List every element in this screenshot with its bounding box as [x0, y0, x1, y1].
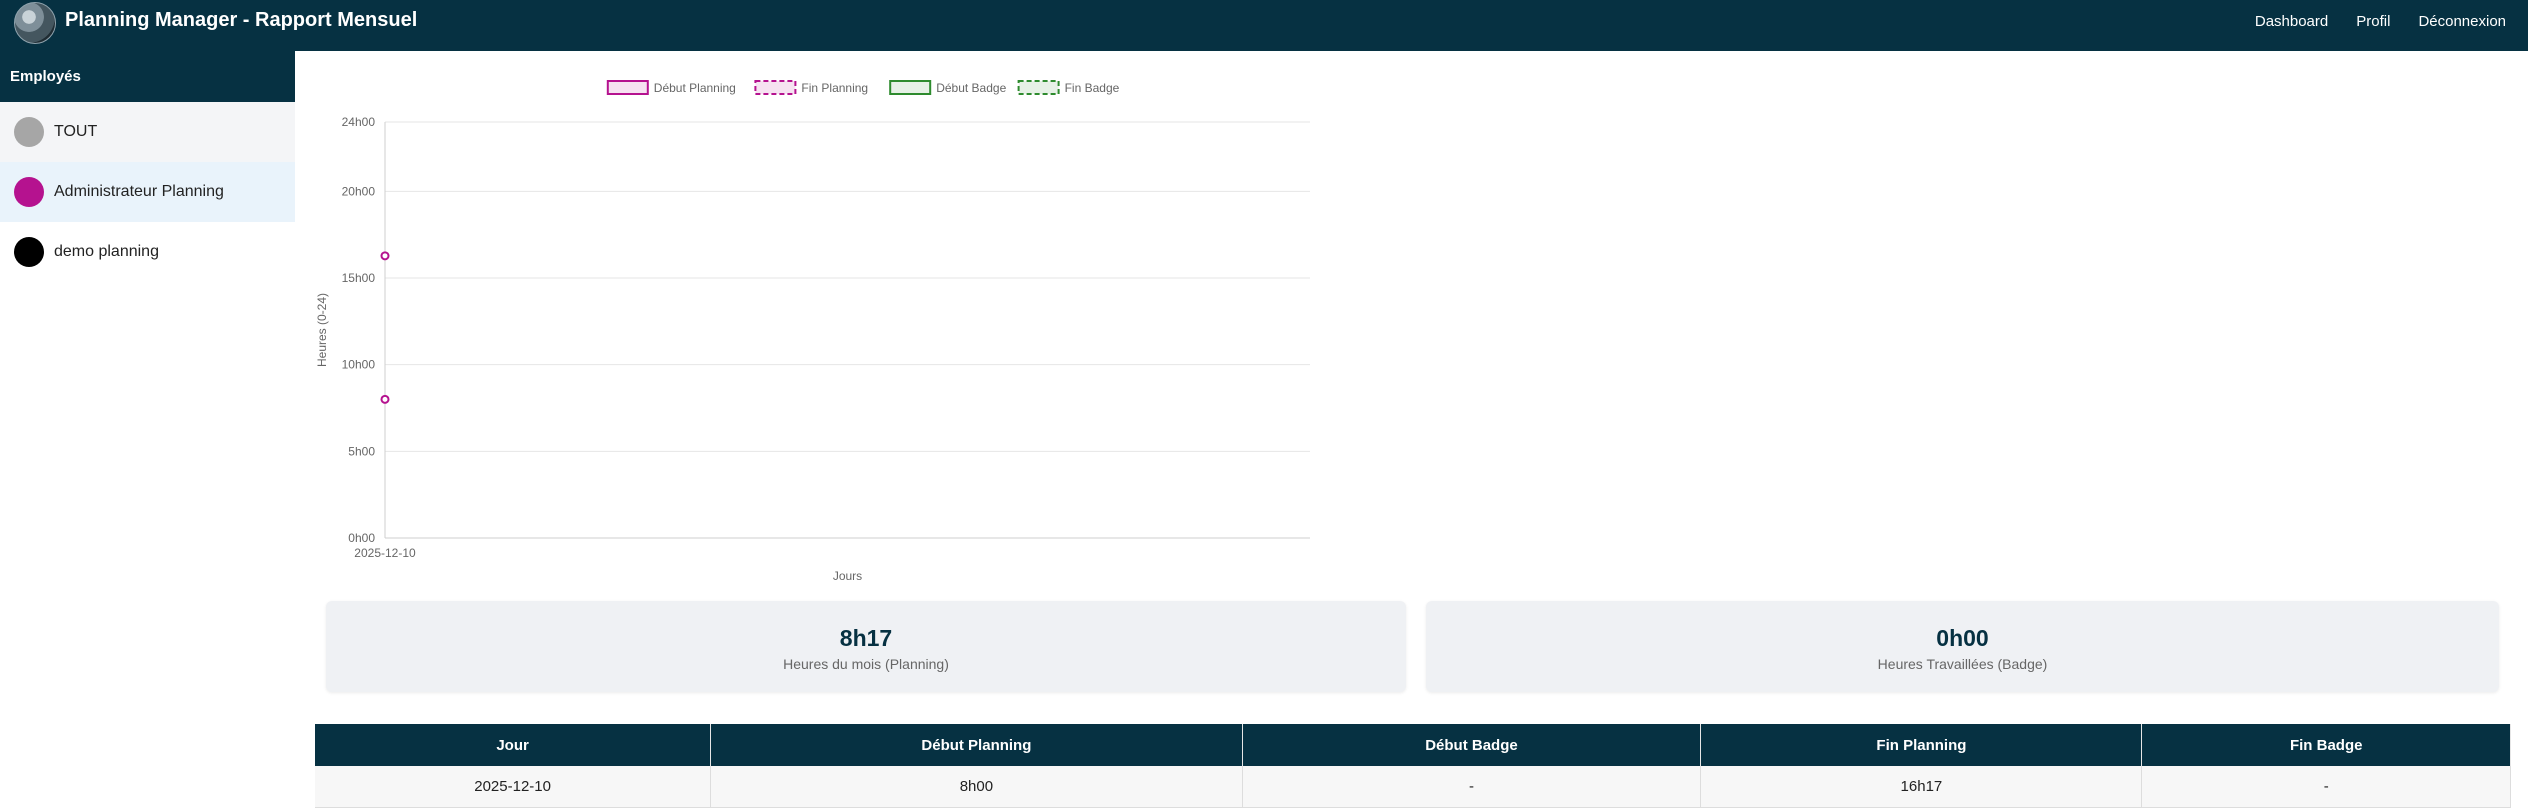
cell-fin-planning: 16h17: [1700, 766, 2143, 808]
cell-jour: 2025-12-10: [315, 766, 712, 808]
y-tick-label: 20h00: [342, 184, 376, 198]
col-header-jour[interactable]: Jour: [315, 724, 712, 766]
col-header-fin-badge[interactable]: Fin Badge: [2141, 724, 2511, 766]
planning-hours-card: 8h17 Heures du mois (Planning): [326, 601, 1406, 692]
nav-profile-link[interactable]: Profil: [2356, 13, 2390, 30]
nav-dashboard-link[interactable]: Dashboard: [2255, 13, 2328, 30]
employee-item-all[interactable]: TOUT: [0, 102, 295, 162]
planning-hours-value: 8h17: [839, 625, 893, 651]
employee-color-dot: [14, 177, 44, 207]
legend-swatch: [889, 80, 932, 95]
y-tick-label: 10h00: [342, 358, 376, 372]
cell-fin-badge: -: [2141, 766, 2511, 808]
badge-hours-value: 0h00: [1936, 625, 1989, 651]
badge-hours-card: 0h00 Heures Travaillées (Badge): [1426, 601, 2499, 692]
badge-hours-label: Heures Travaillées (Badge): [1877, 656, 2048, 672]
col-header-debut-badge[interactable]: Début Badge: [1242, 724, 1702, 766]
legend-swatch: [754, 80, 797, 95]
employee-item-admin[interactable]: Administrateur Planning: [0, 162, 295, 222]
monthly-hours-chart: 0h00 5h00 10h00 15h00 20h00 24h00 2025-12-10 Jo…: [315, 80, 1310, 583]
col-header-fin-planning[interactable]: Fin Planning: [1700, 724, 2143, 766]
nav-logout-link[interactable]: Déconnexion: [2418, 13, 2506, 30]
x-axis-title: Jours: [833, 569, 862, 583]
table-row: 2025-12-10 8h00 - 16h17 -: [315, 766, 2511, 808]
y-tick-label: 5h00: [348, 444, 375, 458]
cell-debut-badge: -: [1242, 766, 1702, 808]
planning-hours-label: Heures du mois (Planning): [783, 656, 949, 672]
report-table: Jour Début Planning Début Badge Fin Plan…: [315, 724, 2511, 808]
main-content: 0h00 5h00 10h00 15h00 20h00 24h00 2025-12-10 Jo…: [295, 51, 2528, 810]
employee-item-demo[interactable]: demo planning: [0, 222, 295, 282]
employee-name: Administrateur Planning: [54, 183, 224, 200]
legend-label: Fin Planning: [801, 81, 868, 95]
y-tick-label: 15h00: [342, 271, 376, 285]
employee-color-dot: [14, 237, 44, 267]
app-title: Planning Manager - Rapport Mensuel: [65, 9, 418, 31]
table-header-row: Jour Début Planning Début Badge Fin Plan…: [315, 724, 2511, 766]
legend-swatch: [606, 80, 649, 95]
top-navbar: Planning Manager - Rapport Mensuel Dashb…: [0, 0, 2528, 51]
data-point: [380, 394, 390, 404]
legend-label: Début Planning: [654, 81, 736, 95]
x-tick-label: 2025-12-10: [354, 546, 416, 560]
y-tick-label: 24h00: [342, 115, 376, 129]
top-nav: Dashboard Profil Déconnexion: [2255, 13, 2506, 30]
y-axis-title: Heures (0-24): [315, 293, 329, 367]
app-logo-icon: [14, 2, 56, 44]
employee-color-dot: [14, 117, 44, 147]
employee-sidebar: Employés TOUT Administrateur Planning de…: [0, 51, 295, 810]
legend-swatch: [1017, 80, 1060, 95]
employee-name: TOUT: [54, 123, 98, 140]
legend-label: Fin Badge: [1065, 81, 1120, 95]
cell-debut-planning: 8h00: [710, 766, 1243, 808]
employee-name: demo planning: [54, 243, 159, 260]
y-tick-label: 0h00: [348, 531, 375, 545]
sidebar-title: Employés: [0, 51, 295, 102]
data-point: [380, 251, 390, 261]
col-header-debut-planning[interactable]: Début Planning: [710, 724, 1243, 766]
legend-label: Début Badge: [936, 81, 1006, 95]
